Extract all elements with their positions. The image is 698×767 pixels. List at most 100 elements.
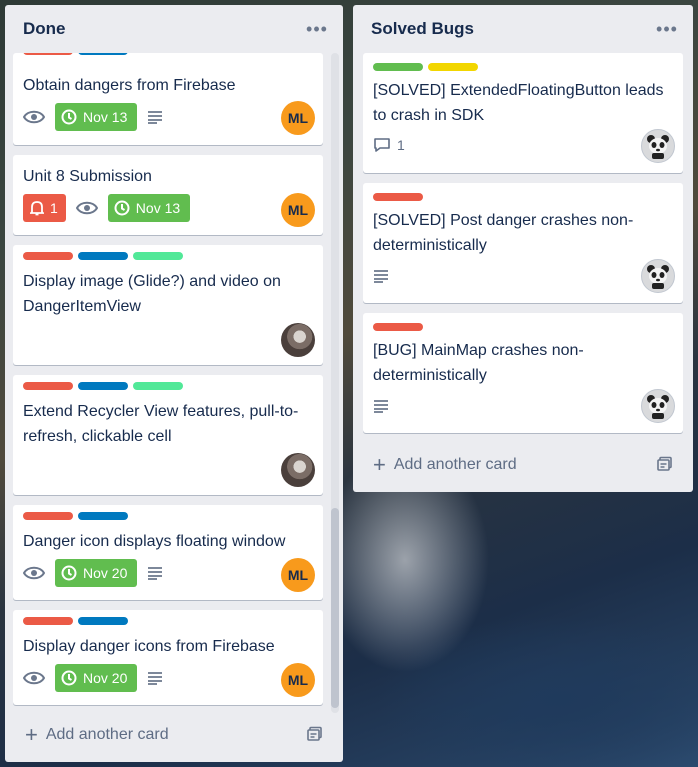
eye-icon (75, 200, 98, 216)
card-labels (23, 382, 183, 390)
notification-badge[interactable]: 1 (23, 194, 66, 222)
card-labels (23, 512, 128, 520)
card-badges (373, 399, 389, 413)
member-avatar[interactable] (641, 389, 675, 423)
add-card-label: Add another card (393, 456, 517, 473)
label-green[interactable] (373, 63, 423, 71)
card-extend-recycler-view[interactable]: Extend Recycler View features, pull-to-r… (13, 375, 323, 495)
scrollbar[interactable] (331, 53, 339, 713)
panda-icon (647, 135, 669, 159)
due-date-text: Nov 20 (83, 565, 128, 581)
label-red[interactable] (373, 193, 423, 201)
card-labels (23, 252, 183, 260)
card-template-icon[interactable] (307, 726, 323, 747)
card-display-image[interactable]: Display image (Glide?) and video on Dang… (13, 245, 323, 365)
description-icon (147, 671, 163, 685)
description-icon (147, 110, 163, 124)
card-obtain-dangers[interactable]: Obtain dangers from Firebase Nov 13 ML (13, 53, 323, 145)
card-labels (373, 323, 423, 331)
list-solved-bugs: Solved Bugs ••• [SOLVED] ExtendedFloatin… (353, 5, 693, 492)
comment-icon (374, 138, 390, 152)
panda-icon (647, 265, 669, 289)
list-done: Done ••• Obtain dangers from Firebase No… (5, 5, 343, 762)
comment-count: 1 (397, 137, 405, 153)
list-title[interactable]: Solved Bugs (371, 19, 474, 39)
member-avatar[interactable]: ML (281, 193, 315, 227)
card-badges (373, 269, 389, 283)
due-date-badge[interactable]: Nov 13 (107, 194, 191, 222)
card-display-danger-icons[interactable]: Display danger icons from Firebase Nov 2… (13, 610, 323, 705)
card-title: [SOLVED] Post danger crashes non-determi… (373, 212, 634, 254)
description-icon (373, 399, 389, 413)
label-yellow[interactable] (428, 63, 478, 71)
card-badges: 1 Nov 13 (23, 194, 191, 222)
eye-icon (23, 109, 45, 125)
card-title: Display image (Glide?) and video on Dang… (23, 273, 281, 315)
card-danger-icon-floating-window[interactable]: Danger icon displays floating window Nov… (13, 505, 323, 600)
due-date-text: Nov 20 (83, 670, 128, 686)
member-avatar[interactable] (281, 453, 315, 487)
description-icon (147, 566, 163, 580)
due-date-badge[interactable]: Nov 20 (55, 664, 138, 692)
plus-icon: + (25, 722, 38, 747)
clock-icon (61, 109, 77, 125)
label-red[interactable] (23, 53, 73, 55)
member-avatar[interactable]: ML (281, 558, 315, 592)
card-solved-extended-floating-button[interactable]: [SOLVED] ExtendedFloatingButton leads to… (363, 53, 683, 173)
scrollbar-thumb[interactable] (331, 508, 339, 708)
card-badges: Nov 20 (23, 664, 163, 692)
notification-count: 1 (50, 200, 58, 216)
add-card-label: Add another card (45, 726, 169, 743)
due-date-badge[interactable]: Nov 20 (55, 559, 138, 587)
label-red[interactable] (23, 382, 73, 390)
card-bug-mainmap[interactable]: [BUG] MainMap crashes non-deterministica… (363, 313, 683, 433)
label-blue[interactable] (78, 382, 128, 390)
member-avatar[interactable] (641, 129, 675, 163)
add-card-button[interactable]: + Add another card (25, 724, 169, 746)
card-badges: Nov 13 (23, 103, 163, 131)
card-solved-post-danger[interactable]: [SOLVED] Post danger crashes non-determi… (363, 183, 683, 303)
label-blue[interactable] (78, 617, 128, 625)
due-date-text: Nov 13 (135, 200, 181, 216)
list-header: Solved Bugs ••• (353, 5, 693, 53)
label-red[interactable] (23, 252, 73, 260)
bell-icon (30, 201, 44, 216)
member-avatar[interactable]: ML (281, 101, 315, 135)
description-icon (373, 269, 389, 283)
label-blue[interactable] (78, 512, 128, 520)
card-title: Danger icon displays floating window (23, 533, 286, 550)
member-avatar[interactable] (641, 259, 675, 293)
card-labels (373, 193, 423, 201)
label-red[interactable] (23, 617, 73, 625)
card-title: [BUG] MainMap crashes non-deterministica… (373, 342, 584, 384)
label-teal[interactable] (133, 382, 183, 390)
add-card-button[interactable]: + Add another card (373, 454, 517, 476)
card-title: Unit 8 Submission (23, 168, 152, 185)
label-red[interactable] (373, 323, 423, 331)
label-teal[interactable] (133, 252, 183, 260)
list-title[interactable]: Done (23, 19, 66, 39)
clock-icon (61, 565, 77, 581)
label-blue[interactable] (78, 53, 128, 55)
more-horizontal-icon[interactable]: ••• (305, 17, 329, 41)
member-avatar[interactable] (281, 323, 315, 357)
card-labels (373, 63, 478, 71)
plus-icon: + (373, 452, 386, 477)
label-red[interactable] (23, 512, 73, 520)
card-badges: 1 (373, 137, 405, 153)
comment-badge: 1 (373, 137, 405, 153)
member-avatar[interactable]: ML (281, 663, 315, 697)
due-date-badge[interactable]: Nov 13 (55, 103, 138, 131)
card-unit-8-submission[interactable]: Unit 8 Submission 1 Nov 13 ML (13, 155, 323, 235)
due-date-text: Nov 13 (83, 109, 128, 125)
card-badges: Nov 20 (23, 559, 163, 587)
card-title: Obtain dangers from Firebase (23, 77, 236, 94)
clock-icon (61, 670, 77, 686)
card-template-icon[interactable] (657, 456, 673, 477)
list-header: Done ••• (5, 5, 343, 53)
label-blue[interactable] (78, 252, 128, 260)
eye-icon (23, 565, 45, 581)
eye-icon (23, 670, 45, 686)
more-horizontal-icon[interactable]: ••• (655, 17, 679, 41)
card-title: Extend Recycler View features, pull-to-r… (23, 403, 299, 445)
